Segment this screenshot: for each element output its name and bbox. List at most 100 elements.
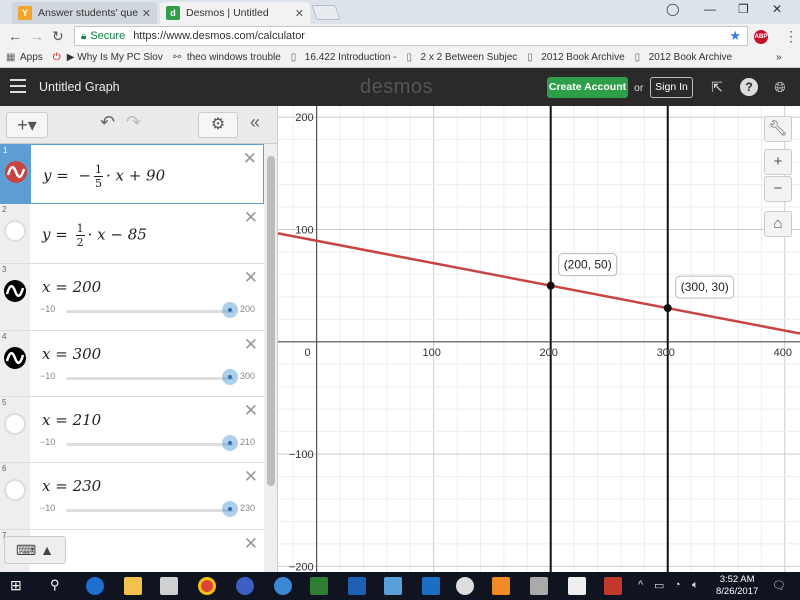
slider-max[interactable]: 230 [240,503,255,513]
create-account-button[interactable]: Create Account [547,77,628,98]
edge-icon[interactable] [86,577,104,595]
bookmark-item[interactable]: ▯ 16.422 Introduction - [291,52,397,63]
chrome-icon[interactable] [198,577,216,595]
expression-math[interactable]: y = 1 2 · x − 85 [42,222,147,249]
close-tab-icon[interactable]: ✕ [142,7,151,20]
slider[interactable]: −10 230 [40,501,260,517]
new-tab-button[interactable] [311,5,341,20]
slider-track[interactable] [66,377,234,380]
expression-math[interactable]: x = 200 [42,278,101,296]
slider[interactable]: −10 200 [40,302,260,318]
app-icon[interactable] [604,577,622,595]
slider-max[interactable]: 210 [240,437,255,447]
close-tab-icon[interactable]: ✕ [295,7,304,20]
share-icon[interactable]: ⇱ [708,78,726,96]
profile-icon[interactable]: ◯ [666,2,679,16]
app-icon[interactable] [274,577,292,595]
slider-handle[interactable] [222,302,238,318]
tray-chevron-icon[interactable]: ^ [638,579,643,591]
hidden-circle-icon[interactable] [4,220,26,242]
slider-max[interactable]: 300 [240,371,255,381]
shield-icon[interactable] [310,577,328,595]
app-icon[interactable] [530,577,548,595]
slider[interactable]: −10 210 [40,435,260,451]
delete-expression-icon[interactable]: ✕ [244,467,258,487]
volume-icon[interactable]: 🔈︎ [692,579,699,592]
bookmark-item[interactable]: ⏻ ▶ Why Is My PC Slov [53,52,163,63]
keypad-toggle-button[interactable]: ⌨ ▲ [4,536,66,564]
wifi-icon[interactable]: ◔ [674,579,681,591]
expression-row-6[interactable]: 6 x = 230 −10 230 ✕ [0,463,264,530]
zoom-out-button[interactable]: − [764,176,792,202]
close-window-icon[interactable]: ✕ [772,2,782,16]
delete-expression-icon[interactable]: ✕ [244,268,258,288]
expression-row-3[interactable]: 3 x = 200 −10 200 ✕ [0,264,264,331]
calculator-icon[interactable] [422,577,440,595]
slider-track[interactable] [66,509,234,512]
chrome-menu-icon[interactable]: ⋮ [784,28,798,45]
wave-icon-red[interactable] [5,161,27,183]
app-icon[interactable] [492,577,510,595]
bookmarks-overflow-button[interactable]: » [776,52,782,63]
file-explorer-icon[interactable] [124,577,142,595]
hidden-circle-icon[interactable] [4,479,26,501]
add-item-button[interactable]: +▾ [6,112,48,138]
expression-scrollbar[interactable] [264,144,277,572]
reload-icon[interactable]: ↻ [52,28,64,45]
delete-expression-icon[interactable]: ✕ [244,534,258,554]
home-zoom-icon[interactable]: ⌂ [764,211,792,237]
store-icon[interactable] [160,577,178,595]
hamburger-menu-icon[interactable] [10,79,26,93]
app-icon[interactable] [236,577,254,595]
forward-icon[interactable]: → [30,28,44,44]
wave-icon-black[interactable] [4,347,26,369]
zoom-in-button[interactable]: + [764,149,792,175]
bookmark-item[interactable]: ▯ 2012 Book Archive [527,52,624,63]
mail-icon[interactable] [568,577,586,595]
hidden-circle-icon[interactable] [4,413,26,435]
expression-row-1[interactable]: 1 y = −1 5 · x + 90 ✕ [0,144,264,204]
slider-track[interactable] [66,310,234,313]
slider-min[interactable]: −10 [40,304,55,314]
expression-row-2[interactable]: 2 y = 1 2 · x − 85 ✕ [0,204,264,264]
expression-math[interactable]: x = 300 [42,345,101,363]
slider-handle[interactable] [222,435,238,451]
notifications-icon[interactable]: 🗨︎ [772,579,786,592]
slider-min[interactable]: −10 [40,437,55,447]
search-icon[interactable]: ⚲ [50,577,68,595]
graph-title[interactable]: Untitled Graph [39,80,120,94]
slider-handle[interactable] [222,501,238,517]
tab-answer-students[interactable]: Y Answer students' questio ✕ [12,2,157,24]
help-icon[interactable]: ? [740,78,758,96]
undo-icon[interactable]: ↶ [100,112,115,133]
bookmark-item[interactable]: ▯ 2012 Book Archive [635,52,732,63]
expression-row-4[interactable]: 4 x = 300 −10 300 ✕ [0,331,264,397]
expression-math[interactable]: x = 230 [42,477,101,495]
expression-row-5[interactable]: 5 x = 210 −10 210 ✕ [0,397,264,463]
expression-math[interactable]: y = −1 5 · x + 90 [43,163,165,190]
restore-icon[interactable]: ❐ [738,2,749,16]
delete-expression-icon[interactable]: ✕ [243,149,257,169]
adblock-icon[interactable]: ABP [754,30,768,44]
app-icon[interactable] [384,577,402,595]
expression-math[interactable]: x = 210 [42,411,101,429]
scrollbar-thumb[interactable] [267,156,275,486]
url-input[interactable]: 🔒︎ Secure https://www.desmos.com/calcula… [74,26,748,46]
delete-expression-icon[interactable]: ✕ [244,208,258,228]
slider-min[interactable]: −10 [40,371,55,381]
wave-icon-black[interactable] [4,280,26,302]
slider-track[interactable] [66,443,234,446]
minimize-icon[interactable]: — [704,2,716,16]
magnifier-icon[interactable] [456,577,474,595]
network-icon[interactable]: ▭ [654,579,664,592]
graph-canvas[interactable]: 0 100 200 300 400 200 100 −100 −200 (200, 50) (300… [278,106,800,572]
delete-expression-icon[interactable]: ✕ [244,335,258,355]
bookmark-star-icon[interactable]: ★ [729,28,741,44]
malwarebytes-icon[interactable] [348,577,366,595]
slider-min[interactable]: −10 [40,503,55,513]
collapse-panel-icon[interactable]: « [250,112,260,133]
tab-desmos[interactable]: d Desmos | Untitled ✕ [160,2,310,24]
back-icon[interactable]: ← [8,28,22,44]
redo-icon[interactable]: ↷ [126,112,141,133]
slider-handle[interactable] [222,369,238,385]
